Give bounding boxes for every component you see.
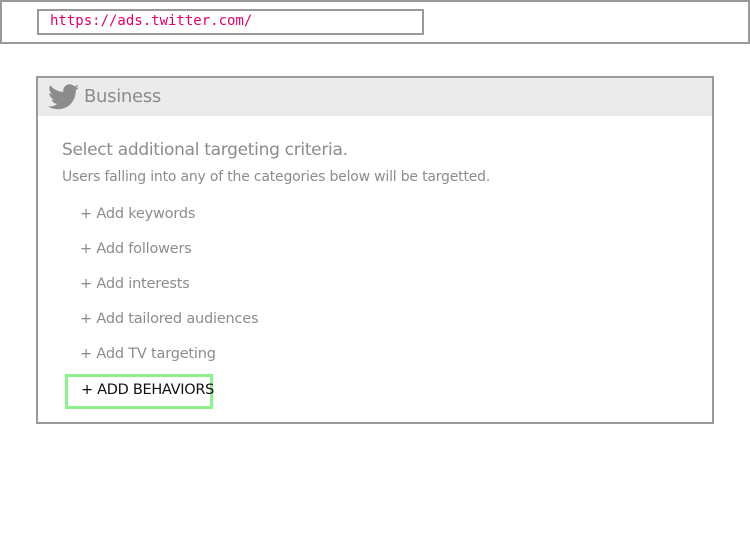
add-tv-targeting-link[interactable]: + Add TV targeting: [80, 346, 216, 362]
add-tailored-audiences-link[interactable]: + Add tailored audiences: [80, 311, 259, 327]
browser-bar: https://ads.twitter.com/: [0, 0, 750, 44]
address-bar[interactable]: https://ads.twitter.com/: [37, 9, 424, 35]
twitter-bird-icon: [48, 84, 79, 110]
targeting-heading: Select additional targeting criteria.: [62, 140, 348, 160]
targeting-panel: Business Select additional targeting cri…: [36, 76, 714, 424]
add-behaviors-label: + ADD BEHAVIORS: [81, 382, 215, 398]
add-behaviors-button[interactable]: + ADD BEHAVIORS: [65, 374, 215, 409]
add-keywords-link[interactable]: + Add keywords: [80, 206, 195, 222]
targeting-subheading: Users falling into any of the categories…: [62, 169, 491, 185]
url-text: https://ads.twitter.com/: [50, 13, 253, 29]
brand-label: Business: [84, 86, 161, 107]
add-followers-link[interactable]: + Add followers: [80, 241, 192, 257]
panel-header: Business: [38, 78, 712, 116]
add-interests-link[interactable]: + Add interests: [80, 276, 190, 292]
